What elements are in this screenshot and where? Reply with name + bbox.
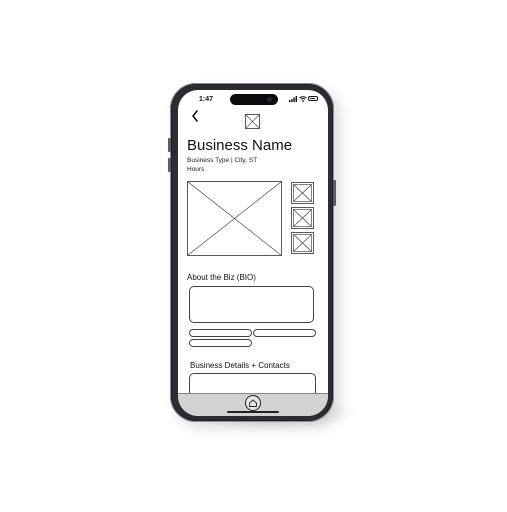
business-hours: Hours bbox=[187, 166, 205, 173]
tag-pill[interactable] bbox=[253, 329, 316, 337]
signal-icon bbox=[289, 96, 297, 102]
volume-button bbox=[168, 138, 171, 152]
about-section-label: About the Biz (BIO) bbox=[187, 273, 256, 282]
status-time: 1:47 bbox=[199, 96, 214, 103]
battery-level bbox=[310, 98, 315, 99]
volume-button bbox=[168, 158, 171, 172]
thumbnail-2-icon[interactable] bbox=[291, 207, 314, 229]
logo-placeholder-icon bbox=[245, 114, 260, 129]
thumbnail-1-icon[interactable] bbox=[291, 182, 314, 204]
home-indicator bbox=[227, 411, 279, 413]
details-section-label: Business Details + Contacts bbox=[190, 361, 290, 370]
thumbnail-3-icon[interactable] bbox=[291, 232, 314, 254]
wifi-icon bbox=[299, 96, 307, 102]
camera-icon bbox=[267, 97, 272, 102]
phone-screen: 1:47 Business Name Business Type | City,… bbox=[178, 90, 328, 416]
home-button[interactable] bbox=[245, 395, 261, 411]
battery-icon bbox=[308, 96, 318, 101]
tag-pill[interactable] bbox=[189, 339, 252, 347]
home-icon bbox=[249, 399, 257, 407]
chevron-left-icon[interactable] bbox=[190, 109, 200, 123]
business-name: Business Name bbox=[187, 137, 293, 154]
business-subtitle: Business Type | City, ST bbox=[187, 157, 258, 164]
bio-textarea[interactable] bbox=[189, 286, 314, 323]
power-button bbox=[333, 180, 336, 206]
main-image-placeholder-icon[interactable] bbox=[187, 181, 282, 256]
tag-pill[interactable] bbox=[189, 329, 252, 337]
dynamic-island bbox=[230, 94, 278, 105]
